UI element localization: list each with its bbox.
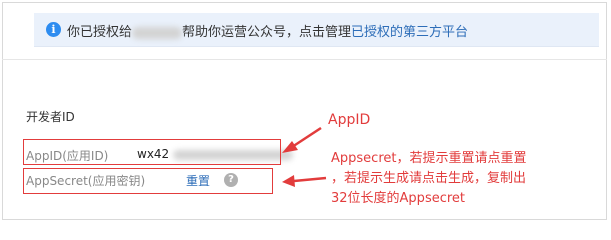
secret-annotation-line-1: Appsecret，若提示重置请点重置	[331, 151, 527, 166]
secret-annotation-line-3: 32位长度的Appsecret	[331, 191, 466, 206]
annotation-arrows	[282, 126, 327, 187]
secret-annotation-line-2: ，若提示生成请点击生成，复制出	[331, 171, 527, 186]
appid-annotation: AppID	[328, 112, 371, 128]
arrow-icon	[282, 175, 327, 187]
arrow-icon	[282, 126, 322, 153]
